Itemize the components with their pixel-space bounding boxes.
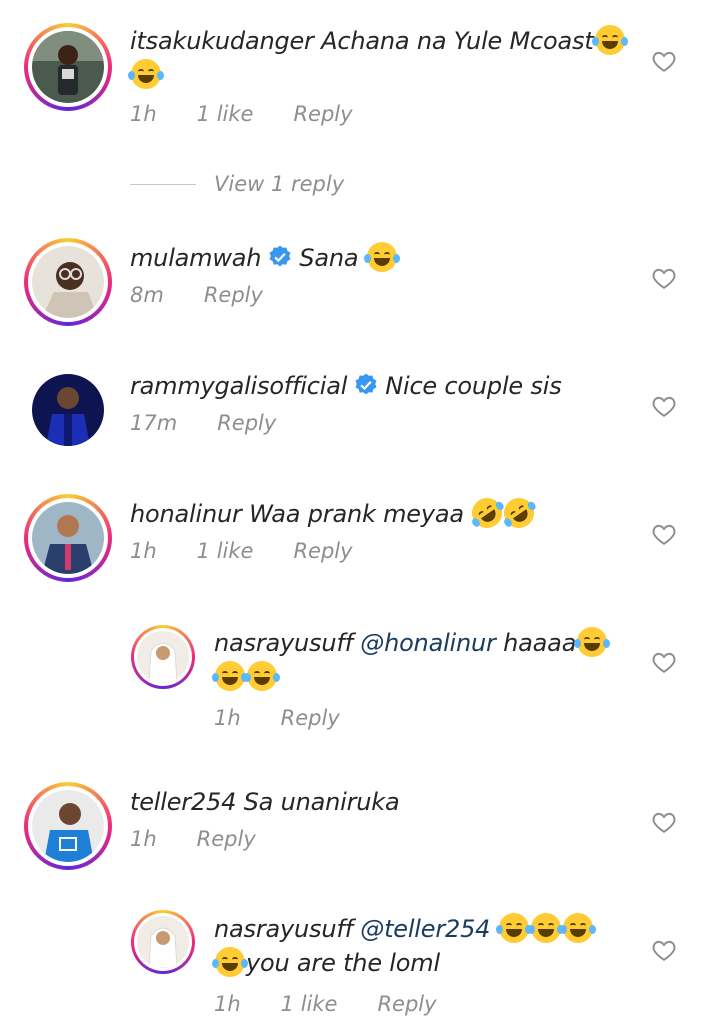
comment-time: 17m: [130, 411, 178, 435]
avatar[interactable]: [24, 366, 112, 454]
divider-line: [130, 183, 196, 185]
laughing-emoji-icon: [574, 627, 611, 657]
verified-badge-icon: [269, 245, 291, 267]
mention-link[interactable]: @honalinur: [360, 629, 496, 657]
heart-outline-icon[interactable]: [651, 809, 677, 835]
laughing-emoji-icon: [363, 242, 400, 272]
avatar[interactable]: [24, 23, 112, 111]
comment-time: 1h: [214, 992, 241, 1016]
comment-text: Waa prank meyaa: [249, 500, 464, 528]
reply-button[interactable]: Reply: [281, 706, 340, 730]
reply-button[interactable]: Reply: [377, 992, 436, 1016]
comment-username[interactable]: rammygalisofficial: [130, 372, 347, 400]
rolling-laughing-emoji-icon: [466, 492, 509, 534]
mention-link[interactable]: @teller254: [360, 915, 490, 943]
comment-username[interactable]: teller254: [130, 788, 236, 816]
laughing-emoji-icon: [591, 25, 628, 55]
laughing-emoji-icon: [495, 913, 532, 943]
comment-username[interactable]: nasrayusuff: [214, 629, 353, 657]
heart-outline-icon[interactable]: [651, 521, 677, 547]
comment-time: 1h: [130, 102, 157, 126]
avatar-photo: [137, 631, 189, 683]
avatar-photo: [137, 916, 189, 968]
avatar-photo: [32, 502, 104, 574]
avatar[interactable]: [24, 782, 112, 870]
avatar-photo: [32, 31, 104, 103]
comment-time: 1h: [130, 539, 157, 563]
heart-outline-icon[interactable]: [651, 937, 677, 963]
comment-likes[interactable]: 1 like: [281, 992, 338, 1016]
comment-username[interactable]: nasrayusuff: [214, 915, 353, 943]
avatar-photo: [32, 246, 104, 318]
view-replies-label[interactable]: View 1 reply: [214, 172, 344, 196]
comment-username[interactable]: itsakukudanger: [130, 27, 314, 55]
comment-time: 8m: [130, 283, 164, 307]
view-replies-link[interactable]: View 1 reply: [130, 172, 344, 196]
avatar[interactable]: [24, 238, 112, 326]
heart-outline-icon[interactable]: [651, 48, 677, 74]
laughing-emoji-icon: [212, 947, 248, 977]
comment-username[interactable]: honalinur: [130, 500, 242, 528]
verified-badge-icon: [355, 373, 377, 395]
comment-text: Achana na Yule Mcoast: [321, 27, 594, 55]
heart-outline-icon[interactable]: [651, 649, 677, 675]
reply-button[interactable]: Reply: [293, 102, 352, 126]
comment-username[interactable]: mulamwah: [130, 244, 261, 272]
comment-text: haaaa: [503, 629, 577, 657]
comment-likes[interactable]: 1 like: [197, 102, 254, 126]
avatar[interactable]: [131, 625, 195, 689]
reply-button[interactable]: Reply: [293, 539, 352, 563]
heart-outline-icon[interactable]: [651, 265, 677, 291]
rolling-laughing-emoji-icon: [498, 492, 541, 534]
avatar-photo: [32, 790, 104, 862]
comment-text: Sana: [299, 244, 359, 272]
reply-button[interactable]: Reply: [204, 283, 263, 307]
comment-time: 1h: [214, 706, 241, 730]
comment-text: Nice couple sis: [385, 372, 562, 400]
avatar[interactable]: [24, 494, 112, 582]
heart-outline-icon[interactable]: [651, 393, 677, 419]
reply-button[interactable]: Reply: [217, 411, 276, 435]
laughing-emoji-icon: [128, 59, 164, 89]
comment-text: Sa unaniruka: [243, 788, 400, 816]
laughing-emoji-icon: [527, 913, 564, 943]
comment-time: 1h: [130, 827, 157, 851]
laughing-emoji-icon: [212, 661, 248, 691]
laughing-emoji-icon: [559, 913, 596, 943]
reply-button[interactable]: Reply: [197, 827, 256, 851]
comment-text: you are the loml: [246, 949, 440, 977]
avatar-photo: [32, 374, 104, 446]
avatar[interactable]: [131, 910, 195, 974]
laughing-emoji-icon: [244, 661, 280, 691]
comment-likes[interactable]: 1 like: [197, 539, 254, 563]
